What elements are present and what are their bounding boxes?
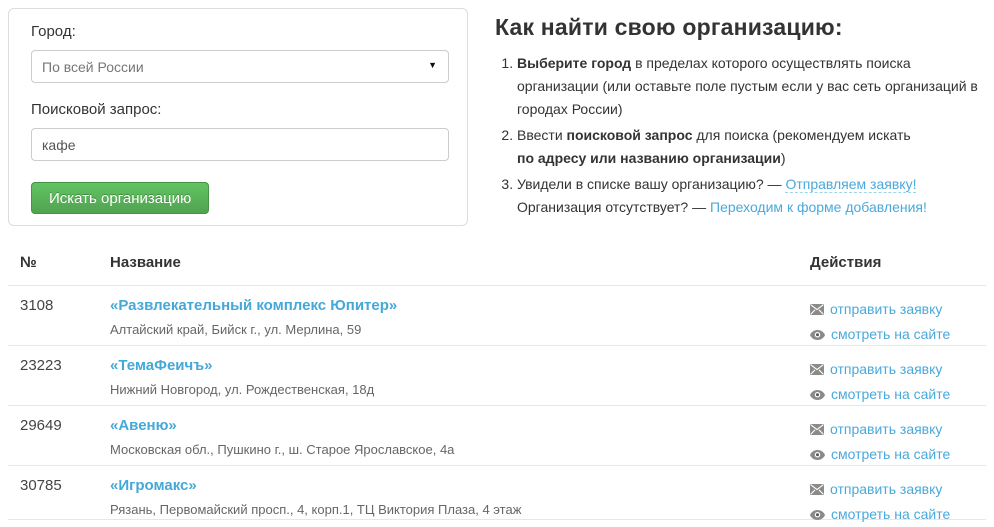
org-table-body: 3108«Развлекательный комплекс Юпитер» Алт… [8,285,986,520]
table-row: 3108«Развлекательный комплекс Юпитер» Алт… [8,285,986,345]
org-address: Нижний Новгород, ул. Рождественская, 18д [110,382,810,397]
header-number: № [8,254,110,285]
org-name-link[interactable]: «ТемаФеичъ» [110,357,213,374]
help-text: ) [781,150,786,166]
send-request-link[interactable]: отправить заявку [830,361,942,377]
city-select[interactable]: По всей России [31,50,449,83]
org-number: 30785 [8,477,110,527]
view-on-site-link[interactable]: смотреть на сайте [831,446,950,462]
help-link[interactable]: Переходим к форме добавления! [710,199,927,215]
send-request-link[interactable]: отправить заявку [830,421,942,437]
help-item: Ввести поисковой запрос для поиска (реко… [517,124,991,170]
eye-icon [810,390,825,400]
view-on-site-link[interactable]: смотреть на сайте [831,326,950,342]
envelope-icon [810,364,824,375]
send-request-link[interactable]: отправить заявку [830,481,942,497]
view-on-site-link[interactable]: смотреть на сайте [831,386,950,402]
help-item: Выберите город в пределах которого осуще… [517,52,991,121]
org-address: Алтайский край, Бийск г., ул. Мерлина, 5… [110,322,810,337]
envelope-icon [810,484,824,495]
help-list: Выберите город в пределах которого осуще… [495,52,991,219]
org-number: 29649 [8,417,110,467]
city-select-wrap: По всей России ▼ [31,50,449,83]
search-query-input[interactable] [31,128,449,161]
help-text: по адресу или названию организации [517,150,781,166]
city-label: Город: [31,22,449,41]
help-text: Увидели в списке вашу организацию? — [517,176,785,192]
org-name-link[interactable]: «Авеню» [110,417,177,434]
send-request-link[interactable]: отправить заявку [830,301,942,317]
help-item: Увидели в списке вашу организацию? — Отп… [517,173,991,219]
view-on-site-link[interactable]: смотреть на сайте [831,506,950,522]
org-name-link[interactable]: «Развлекательный комплекс Юпитер» [110,297,397,314]
org-address: Московская обл., Пушкино г., ш. Старое Я… [110,442,810,457]
org-name-link[interactable]: «Игромакс» [110,477,197,494]
header-name: Название [110,254,810,285]
eye-icon [810,510,825,520]
org-number: 3108 [8,297,110,347]
envelope-icon [810,424,824,435]
table-row: 29649«Авеню» Московская обл., Пушкино г.,… [8,405,986,465]
org-table: № Название Действия 3108«Развлекательный… [8,242,986,520]
search-button[interactable]: Искать организацию [31,182,209,214]
eye-icon [810,330,825,340]
help-text: поисковой запрос [567,127,693,143]
help-section: Как найти свою организацию: Выберите гор… [495,14,991,222]
help-text: для поиска (рекомендуем искать [693,127,911,143]
table-header-row: № Название Действия [8,242,986,285]
search-panel: Город: По всей России ▼ Поисковой запрос… [8,8,468,226]
eye-icon [810,450,825,460]
table-row: 30785«Игромакс»Рязань, Первомайский прос… [8,465,986,519]
query-label: Поисковой запрос: [31,100,449,119]
header-actions: Действия [810,254,986,285]
help-title: Как найти свою организацию: [495,14,991,41]
table-row: 23223«ТемаФеичъ» Нижний Новгород, ул. Рож… [8,345,986,405]
org-number: 23223 [8,357,110,407]
help-link[interactable]: Отправляем заявку! [785,176,916,193]
help-text: Выберите город [517,55,631,71]
help-text: Организация отсутствует? — [517,199,710,215]
help-text: Ввести [517,127,567,143]
org-address: Рязань, Первомайский просп., 4, корп.1, … [110,502,810,517]
envelope-icon [810,304,824,315]
